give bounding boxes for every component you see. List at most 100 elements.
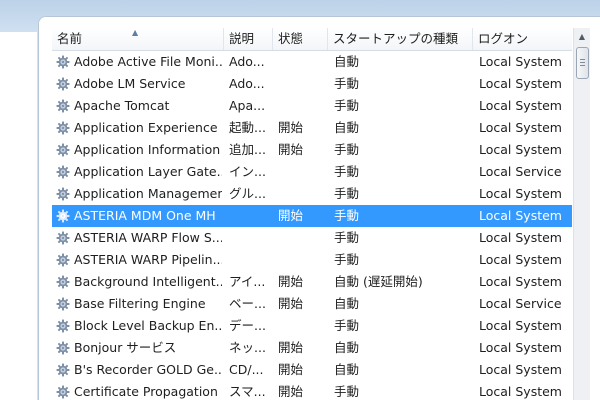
service-name: Application Layer Gate... — [74, 164, 222, 179]
service-logon: Local System — [479, 384, 562, 399]
service-logon: Local System — [479, 76, 562, 91]
service-startup-type: 自動 — [334, 54, 360, 69]
service-name: Adobe Active File Moni... — [74, 54, 222, 69]
table-row[interactable]: ASTERIA WARP Flow S... 手動 Local System — [52, 227, 572, 249]
service-status — [278, 315, 326, 337]
table-row[interactable]: Application Layer Gate... イン... 手動 Local Se… — [52, 161, 572, 183]
service-name: Background Intelligent... — [74, 274, 222, 289]
service-startup-type: 自動 — [334, 120, 360, 135]
service-logon: Local System — [479, 252, 562, 267]
table-row[interactable]: Apache Tomcat Apa... 手動 Local System — [52, 95, 572, 117]
service-name: Application Management — [74, 186, 222, 201]
service-name: ASTERIA WARP Pipelin... — [74, 252, 222, 267]
service-status — [278, 161, 326, 183]
vertical-scrollbar[interactable]: ▲ — [573, 28, 590, 400]
column-header-description-label: 説明 — [229, 31, 255, 46]
table-row[interactable]: Application Management グル... 手動 Local Syste… — [52, 183, 572, 205]
table-row[interactable]: Certificate Propagation スマ... 開始 手動 Local Sy… — [52, 381, 572, 400]
service-status: 開始 — [278, 208, 304, 223]
service-logon: Local System — [479, 340, 562, 355]
column-header-status-label: 状態 — [278, 31, 304, 46]
table-row[interactable]: Adobe Active File Moni... Ado... 自動 Local S… — [52, 51, 572, 73]
panel-top-strip — [39, 17, 600, 28]
service-name: Block Level Backup En... — [74, 318, 222, 333]
service-logon: Local System — [479, 362, 562, 377]
service-logon: Local Service — [479, 296, 562, 311]
service-logon: Local System — [479, 208, 562, 223]
table-row[interactable]: Application Experience 起動... 開始 自動 Local Sys… — [52, 117, 572, 139]
service-startup-type: 手動 — [334, 76, 360, 91]
column-header-logon[interactable]: ログオン — [473, 28, 572, 50]
service-name: Adobe LM Service — [74, 76, 186, 91]
service-description: 起動... — [229, 120, 266, 135]
service-startup-type: 手動 — [334, 230, 360, 245]
service-status — [278, 95, 326, 117]
table-row[interactable]: Base Filtering Engine ベー... 開始 自動 Local Serv… — [52, 293, 572, 315]
table-row[interactable]: ASTERIA WARP Pipelin... 手動 Local System — [52, 249, 572, 271]
table-row[interactable]: Bonjour サービス ネッ... 開始 自動 Local System — [52, 337, 572, 359]
sort-ascending-icon: ▲ — [132, 28, 139, 37]
service-description: Ado... — [229, 76, 265, 91]
service-description: Ado... — [229, 54, 265, 69]
service-description — [229, 205, 271, 227]
service-description: グル... — [229, 186, 266, 201]
service-startup-type: 手動 — [334, 164, 360, 179]
service-startup-type: 自動 — [334, 362, 360, 377]
service-name: Application Experience — [74, 120, 218, 135]
service-status: 開始 — [278, 340, 304, 355]
service-description: スマ... — [229, 384, 266, 399]
service-description: 追加... — [229, 142, 266, 157]
service-status: 開始 — [278, 120, 304, 135]
scroll-up-arrow-icon[interactable]: ▲ — [574, 28, 590, 45]
service-name: B's Recorder GOLD Ge... — [74, 362, 222, 377]
service-startup-type: 手動 — [334, 142, 360, 157]
service-description: デー... — [229, 318, 266, 333]
service-name: ASTERIA MDM One MH — [74, 208, 216, 223]
service-status: 開始 — [278, 362, 304, 377]
table-row[interactable]: Block Level Backup En... デー... 手動 Local Sys… — [52, 315, 572, 337]
table-row[interactable]: Adobe LM Service Ado... 手動 Local System — [52, 73, 572, 95]
table-row[interactable]: Application Information 追加... 開始 手動 Local Sy… — [52, 139, 572, 161]
column-header-startup-type-label: スタートアップの種類 — [333, 31, 459, 46]
service-startup-type: 手動 — [334, 208, 360, 223]
column-header-name[interactable]: ▲ 名前 — [52, 28, 224, 50]
services-list-panel: ▲ 名前 説明 状態 スタートアップの種類 ログオン Adobe Active … — [38, 16, 600, 400]
service-name: Base Filtering Engine — [74, 296, 206, 311]
service-logon: Local System — [479, 120, 562, 135]
column-header-logon-label: ログオン — [478, 31, 529, 46]
service-status — [278, 73, 326, 95]
service-logon: Local System — [479, 230, 562, 245]
service-description: イン... — [229, 164, 266, 179]
service-description: ベー... — [229, 296, 266, 311]
service-name: Application Information — [74, 142, 221, 157]
service-name: Bonjour サービス — [74, 340, 177, 355]
service-startup-type: 手動 — [334, 318, 360, 333]
column-header-startup-type[interactable]: スタートアップの種類 — [328, 28, 473, 50]
service-status: 開始 — [278, 296, 304, 311]
service-logon: Local System — [479, 98, 562, 113]
column-header-description[interactable]: 説明 — [224, 28, 273, 50]
service-logon: Local Service — [479, 164, 562, 179]
table-row[interactable]: ASTERIA MDM One MH 開始 手動 Local System — [52, 205, 572, 227]
service-startup-type: 手動 — [334, 98, 360, 113]
column-header-status[interactable]: 状態 — [273, 28, 328, 50]
service-startup-type: 自動 — [334, 340, 360, 355]
service-description — [229, 249, 271, 271]
service-startup-type: 手動 — [334, 384, 360, 399]
service-name: Certificate Propagation — [74, 384, 218, 399]
service-logon: Local System — [479, 318, 562, 333]
service-logon: Local System — [479, 54, 562, 69]
service-status — [278, 249, 326, 271]
scrollbar-thumb[interactable] — [576, 47, 589, 79]
table-row[interactable]: Background Intelligent... アイ... 開始 自動 (遅延開始… — [52, 271, 572, 293]
left-pane — [0, 32, 38, 400]
service-status: 開始 — [278, 384, 304, 399]
service-name: Apache Tomcat — [74, 98, 170, 113]
service-status: 開始 — [278, 142, 304, 157]
table-row[interactable]: B's Recorder GOLD Ge... CD/... 開始 自動 Local S… — [52, 359, 572, 381]
service-startup-type: 手動 — [334, 186, 360, 201]
service-description: アイ... — [229, 274, 266, 289]
service-logon: Local System — [479, 274, 562, 289]
service-description: Apa... — [229, 98, 266, 113]
service-logon: Local System — [479, 186, 562, 201]
